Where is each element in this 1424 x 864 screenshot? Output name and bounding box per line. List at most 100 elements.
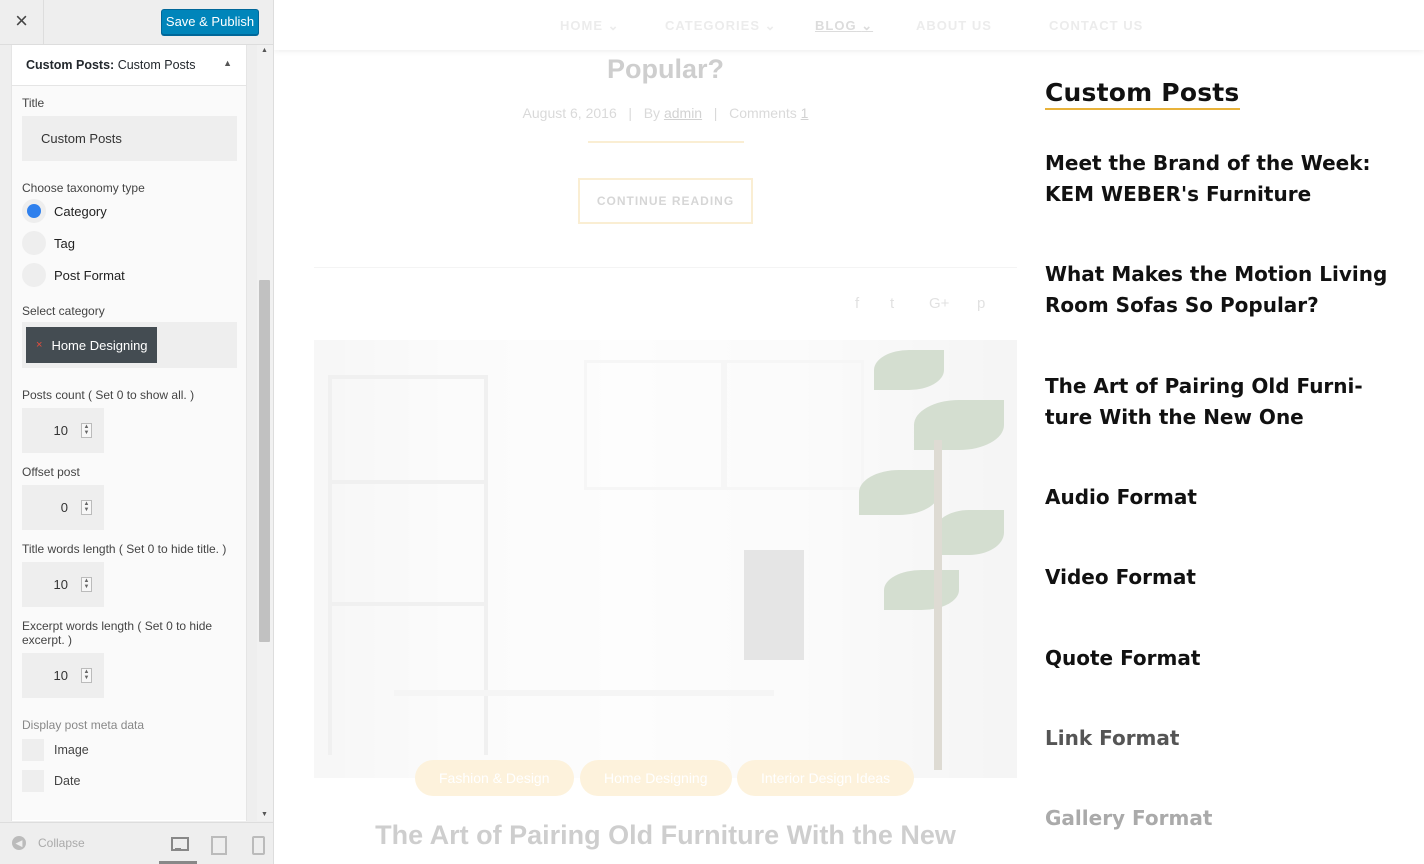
collapse-button[interactable]: ◀ Collapse	[12, 836, 85, 850]
shelf-upright	[328, 375, 332, 755]
stepper-icon[interactable]: ▲ ▼	[81, 577, 92, 592]
widget-post-link[interactable]: Video Format	[1045, 562, 1405, 593]
taxonomy-option-label: Post Format	[54, 267, 125, 283]
scrollbar-thumb[interactable]	[259, 280, 270, 642]
plant-leaf	[914, 400, 1004, 450]
close-icon[interactable]: ×	[0, 0, 44, 44]
widget-post-link[interactable]: Meet the Brand of the Week: KEM WEBER's …	[1045, 148, 1405, 210]
title-words-label: Title words length ( Set 0 to hide title…	[22, 542, 227, 556]
meta-label: Display post meta data	[22, 718, 145, 732]
chevron-down-icon: ⌄	[861, 18, 874, 33]
posts-count-label: Posts count ( Set 0 to show all. )	[22, 388, 195, 402]
post-featured-image[interactable]	[314, 340, 1017, 778]
taxonomy-option-label: Category	[54, 203, 107, 219]
chevron-down-icon: ⌄	[764, 18, 777, 33]
shelf	[328, 480, 488, 484]
widget-post-link[interactable]: What Makes the Motion Living Room Sofas …	[1045, 259, 1405, 321]
customizer-panel: × Save & Publish Custom Posts: Custom Po…	[0, 0, 274, 864]
category-select[interactable]: × Home Designing	[22, 322, 237, 368]
widget-post-link[interactable]: Quote Format	[1045, 643, 1405, 674]
nav-label: HOME	[560, 18, 603, 33]
collapse-arrow-icon[interactable]: ▲	[223, 58, 232, 68]
customizer-header: × Save & Publish	[0, 0, 273, 45]
tag-interior-design-ideas[interactable]: Interior Design Ideas	[737, 760, 915, 796]
nav-label: BLOG	[815, 18, 857, 33]
meta-underline	[588, 141, 744, 143]
title-label: Title	[22, 96, 45, 110]
plant-leaf	[884, 570, 959, 610]
post-divider	[314, 267, 1017, 268]
title-words-input[interactable]: 10 ▲ ▼	[22, 562, 104, 607]
plant-leaf	[859, 470, 939, 515]
widget-heading: Custom Posts	[1045, 78, 1240, 110]
remove-icon[interactable]: ×	[36, 339, 42, 351]
next-post-title[interactable]: The Art of Pairing Old Furniture With th…	[314, 820, 1017, 851]
tablet-preview-icon[interactable]	[209, 836, 227, 855]
excerpt-words-input[interactable]: 10 ▲ ▼	[22, 653, 104, 698]
title-words-value: 10	[53, 577, 68, 592]
chevron-down-icon: ⌄	[607, 18, 620, 33]
facebook-icon[interactable]: f	[855, 295, 859, 312]
tag-home-designing[interactable]: Home Designing	[580, 760, 732, 796]
offset-value: 0	[60, 500, 68, 515]
offset-input[interactable]: 0 ▲ ▼	[22, 485, 104, 530]
shelf-upright	[484, 375, 488, 755]
category-chip-label: Home Designing	[51, 337, 148, 353]
widget-title-bar[interactable]: Custom Posts: Custom Posts ▲	[12, 45, 246, 86]
stepper-icon[interactable]: ▲ ▼	[81, 500, 92, 515]
widget-post-link[interactable]: Link Format	[1045, 723, 1405, 754]
title-input[interactable]: Custom Posts	[22, 116, 237, 161]
posts-count-input[interactable]: 10 ▲ ▼	[22, 408, 104, 453]
nav-about-us[interactable]: ABOUT US	[916, 18, 992, 33]
scroll-up-icon[interactable]: ▲	[261, 47, 268, 54]
shelf	[328, 375, 488, 379]
taxonomy-option-tag[interactable]: Tag	[22, 227, 236, 259]
taxonomy-option-label: Tag	[54, 235, 75, 251]
taxonomy-option-category[interactable]: Category	[22, 195, 236, 227]
post-title[interactable]: Popular?	[314, 54, 1017, 85]
checkbox-date[interactable]	[22, 769, 44, 792]
category-chip[interactable]: × Home Designing	[26, 327, 157, 363]
post-comments-link[interactable]: 1	[801, 105, 809, 121]
save-publish-button[interactable]: Save & Publish	[161, 9, 259, 35]
nav-contact-us[interactable]: CONTACT US	[1049, 18, 1143, 33]
nav-home[interactable]: HOME ⌄	[560, 18, 620, 34]
nav-blog[interactable]: BLOG ⌄	[815, 18, 873, 34]
widget-post-link[interactable]: Gallery Format	[1045, 803, 1405, 834]
stepper-icon[interactable]: ▲ ▼	[81, 423, 92, 438]
widget-post-link[interactable]: The Art of Pairing Old Furni-ture With t…	[1045, 371, 1405, 433]
shelf	[328, 602, 488, 606]
radio-category[interactable]	[22, 199, 46, 223]
offset-label: Offset post	[22, 465, 80, 479]
excerpt-words-label: Excerpt words length ( Set 0 to hide exc…	[22, 619, 213, 647]
nav-categories[interactable]: CATEGORIES ⌄	[665, 18, 777, 34]
meta-option-date[interactable]: Date	[22, 765, 236, 796]
post-author-link[interactable]: admin	[664, 105, 702, 121]
scrollbar[interactable]: ▲ ▼	[257, 45, 273, 821]
select-category-label: Select category	[22, 304, 105, 318]
meta-option-image[interactable]: Image	[22, 734, 236, 765]
plant-leaf	[934, 510, 1004, 555]
plant-trunk	[934, 440, 942, 770]
continue-reading-button[interactable]: CONTINUE READING	[578, 178, 753, 224]
radio-tag[interactable]	[22, 231, 46, 255]
post-by-label: By	[643, 105, 661, 121]
tag-fashion-design[interactable]: Fashion & Design	[415, 760, 574, 796]
checkbox-image[interactable]	[22, 738, 44, 761]
radio-post-format[interactable]	[22, 263, 46, 287]
scroll-down-icon[interactable]: ▼	[261, 811, 268, 818]
taxonomy-label: Choose taxonomy type	[22, 181, 145, 195]
top-navigation: HOME ⌄ CATEGORIES ⌄ BLOG ⌄ ABOUT US CONT…	[274, 0, 1424, 50]
pinterest-icon[interactable]: p	[977, 295, 985, 312]
widget-form: Title Custom Posts Choose taxonomy type …	[12, 86, 246, 820]
post-date[interactable]: August 6, 2016	[523, 105, 617, 121]
taxonomy-option-post-format[interactable]: Post Format	[22, 259, 236, 291]
stepper-icon[interactable]: ▲ ▼	[81, 668, 92, 683]
collapse-label: Collapse	[38, 836, 85, 850]
desk-top	[394, 690, 774, 696]
google-plus-icon[interactable]: G+	[929, 295, 949, 312]
desktop-preview-icon[interactable]	[170, 836, 189, 852]
widget-post-link[interactable]: Audio Format	[1045, 482, 1405, 513]
twitter-icon[interactable]: t	[890, 295, 894, 312]
mobile-preview-icon[interactable]	[249, 836, 265, 855]
